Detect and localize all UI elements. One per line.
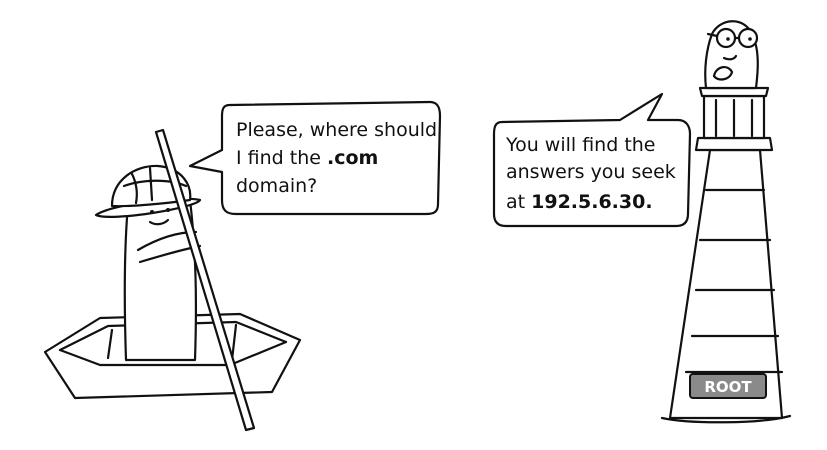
right-speech-bubble: You will find the answers you seek at 19… <box>492 92 692 228</box>
left-bubble-line2-bold: .com <box>327 147 378 169</box>
right-bubble-line1: You will find the <box>505 134 656 156</box>
left-bubble-line1: Please, where should <box>236 119 437 141</box>
owl-character-icon <box>704 20 759 90</box>
left-bubble-line3: domain? <box>236 175 317 197</box>
root-plaque-label: ROOT <box>704 378 752 396</box>
svg-text:I find the .com: I find the .com <box>236 147 378 169</box>
left-speech-bubble: Please, where should I find the .com dom… <box>188 100 442 216</box>
right-bubble-line3-prefix: at <box>506 191 531 213</box>
svg-text:at 192.5.6.30.: at 192.5.6.30. <box>506 191 653 213</box>
left-bubble-line2-prefix: I find the <box>236 147 327 169</box>
right-bubble-line2: answers you seek <box>506 161 676 183</box>
illustration: Please, where should I find the .com dom… <box>43 20 792 432</box>
right-bubble-line3-bold: 192.5.6.30. <box>531 191 652 213</box>
